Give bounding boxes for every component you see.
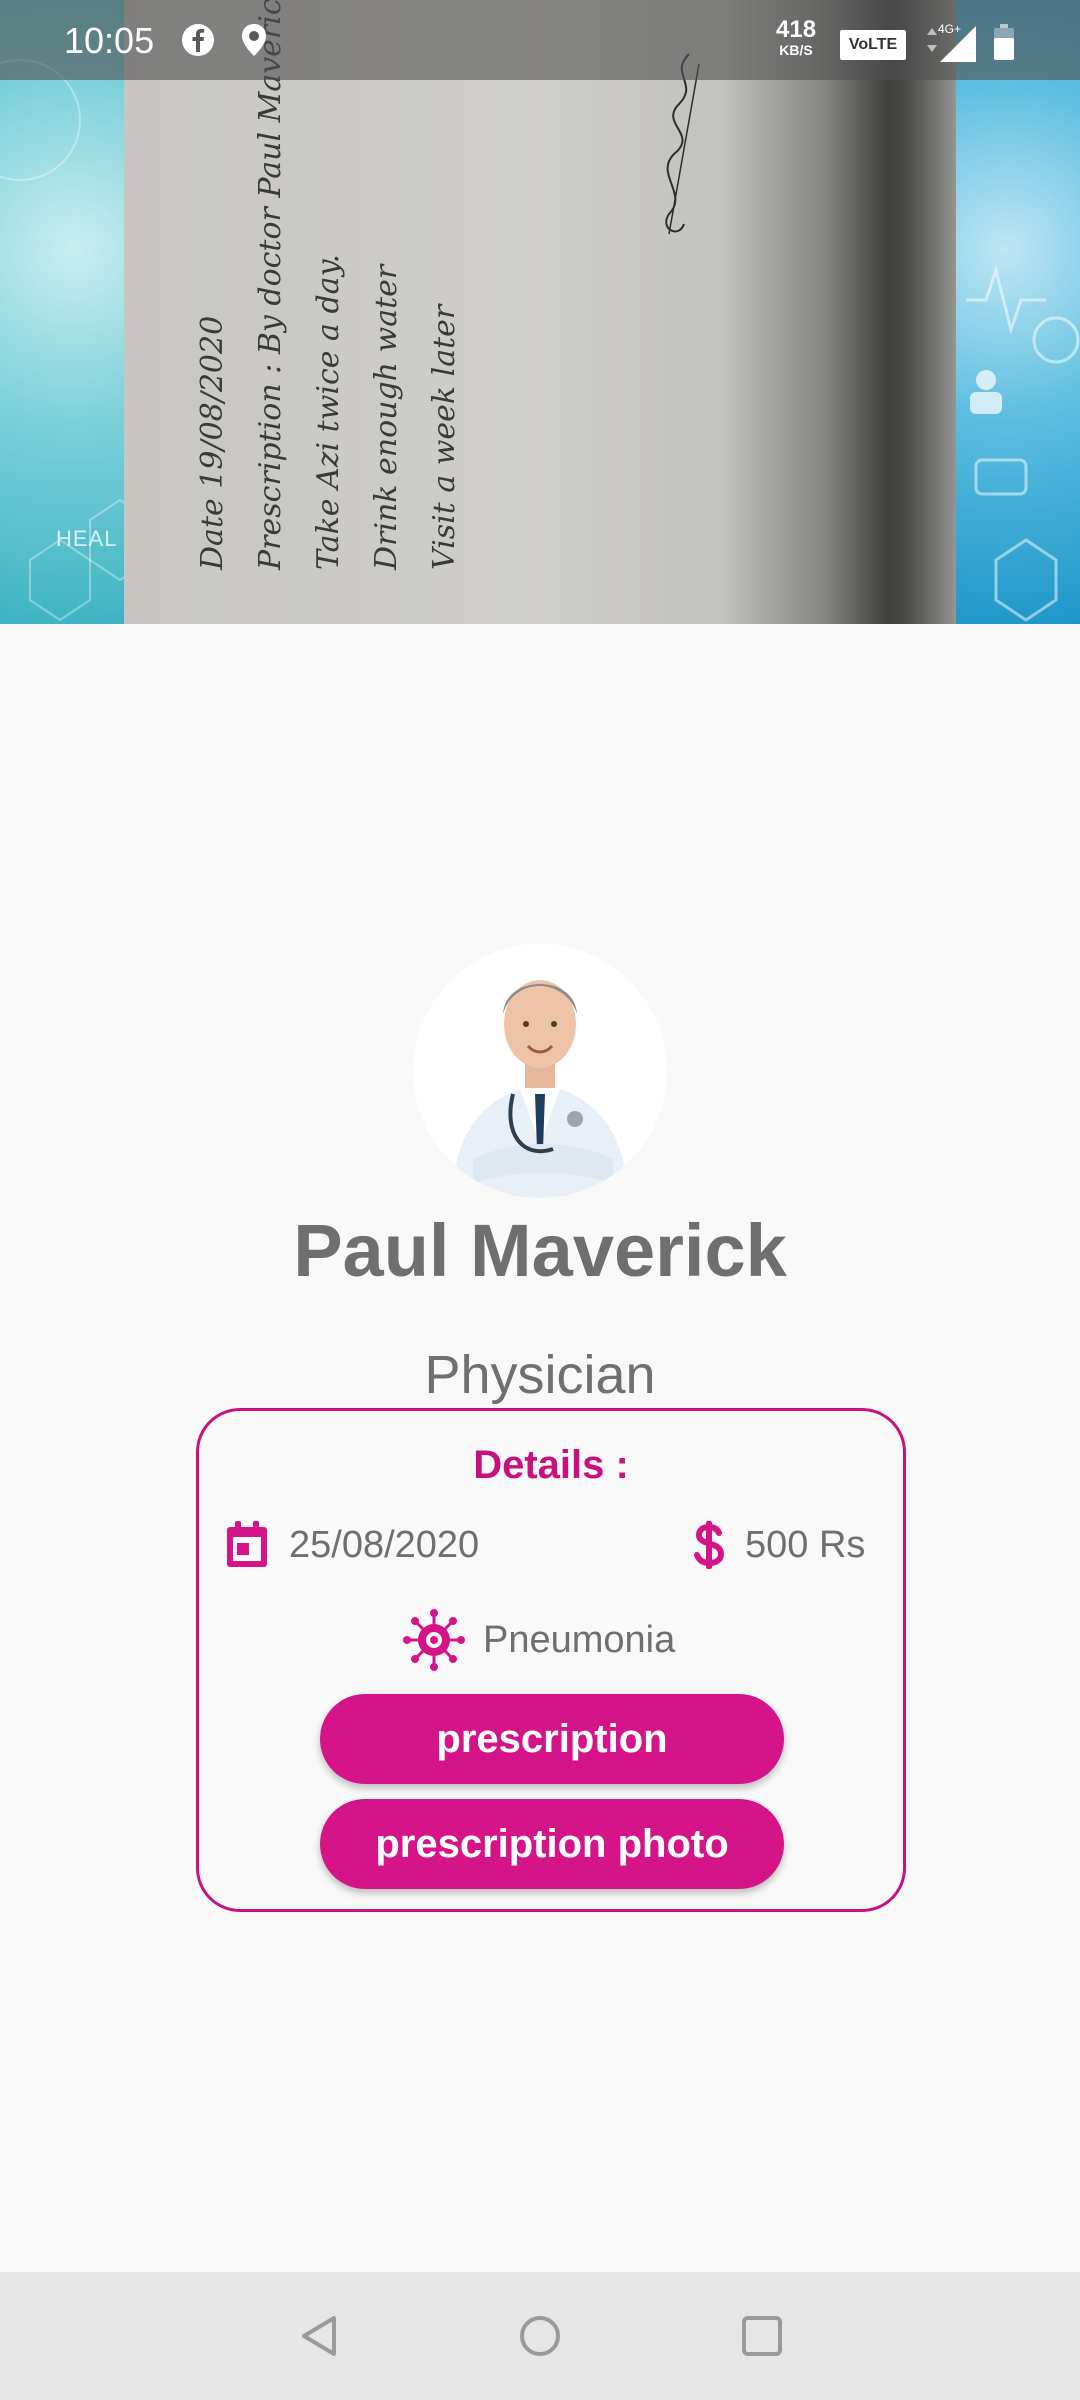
handwritten-line: Date 19/08/2020: [195, 315, 230, 570]
handwritten-prescription: Date 19/08/2020 Prescription : By doctor…: [184, 0, 474, 570]
doctor-role: Physician: [424, 1345, 656, 1405]
network-speed-unit: KB/S: [779, 42, 813, 58]
location-pin-icon: [242, 24, 266, 56]
condition-name: Pneumonia: [483, 1618, 676, 1661]
status-bar: 10:05 418 KB/S VoLTE 4G+: [0, 0, 1080, 80]
appointment-date: 25/08/2020: [289, 1523, 480, 1566]
paper-shadow: [824, 0, 956, 624]
back-triangle-icon[interactable]: [296, 2312, 344, 2360]
left-background-art: HEAL: [0, 0, 151, 624]
right-background-art: [956, 0, 1080, 624]
prescription-button[interactable]: prescription: [320, 1694, 784, 1784]
screen: HEAL Date 19/08/2020 Prescription : By d…: [0, 0, 1080, 2400]
recents-square-icon[interactable]: [738, 2312, 786, 2360]
condition-row: Pneumonia: [403, 1609, 675, 1671]
prescription-photo: HEAL Date 19/08/2020 Prescription : By d…: [0, 0, 1080, 624]
dollar-icon: [694, 1521, 725, 1569]
facebook-icon: [182, 24, 214, 56]
network-speed-value: 418: [776, 16, 817, 43]
clock: 10:05: [64, 20, 155, 61]
home-circle-icon[interactable]: [516, 2312, 564, 2360]
background-text: HEAL: [56, 526, 118, 551]
battery-icon: [994, 24, 1014, 60]
handwritten-line: Drink enough water: [369, 264, 404, 570]
virus-icon: [403, 1609, 465, 1671]
navigation-bar: [0, 2272, 1080, 2400]
handwritten-line: Visit a week later: [427, 304, 462, 570]
doctor-name: Paul Maverick: [293, 1209, 787, 1292]
fee-row: 500 Rs: [691, 1519, 865, 1571]
details-card: Details : 25/08/2020 500 Rs Pneumonia pr…: [196, 1408, 906, 1912]
consultation-fee: 500 Rs: [745, 1523, 866, 1566]
network-speed: 418 KB/S: [776, 18, 816, 60]
volte-badge: VoLTE: [840, 30, 906, 60]
prescription-photo-button[interactable]: prescription photo: [320, 1799, 784, 1889]
signal-icon: [940, 26, 976, 62]
prescription-paper: Date 19/08/2020 Prescription : By doctor…: [124, 0, 956, 624]
date-row: 25/08/2020: [223, 1519, 479, 1571]
handwritten-line: Prescription : By doctor Paul Maverick: [253, 0, 288, 570]
doctor-avatar: [413, 944, 667, 1198]
calendar-icon: [227, 1521, 267, 1567]
details-title: Details :: [473, 1443, 629, 1487]
handwritten-line: Take Azi twice a day.: [311, 253, 346, 570]
